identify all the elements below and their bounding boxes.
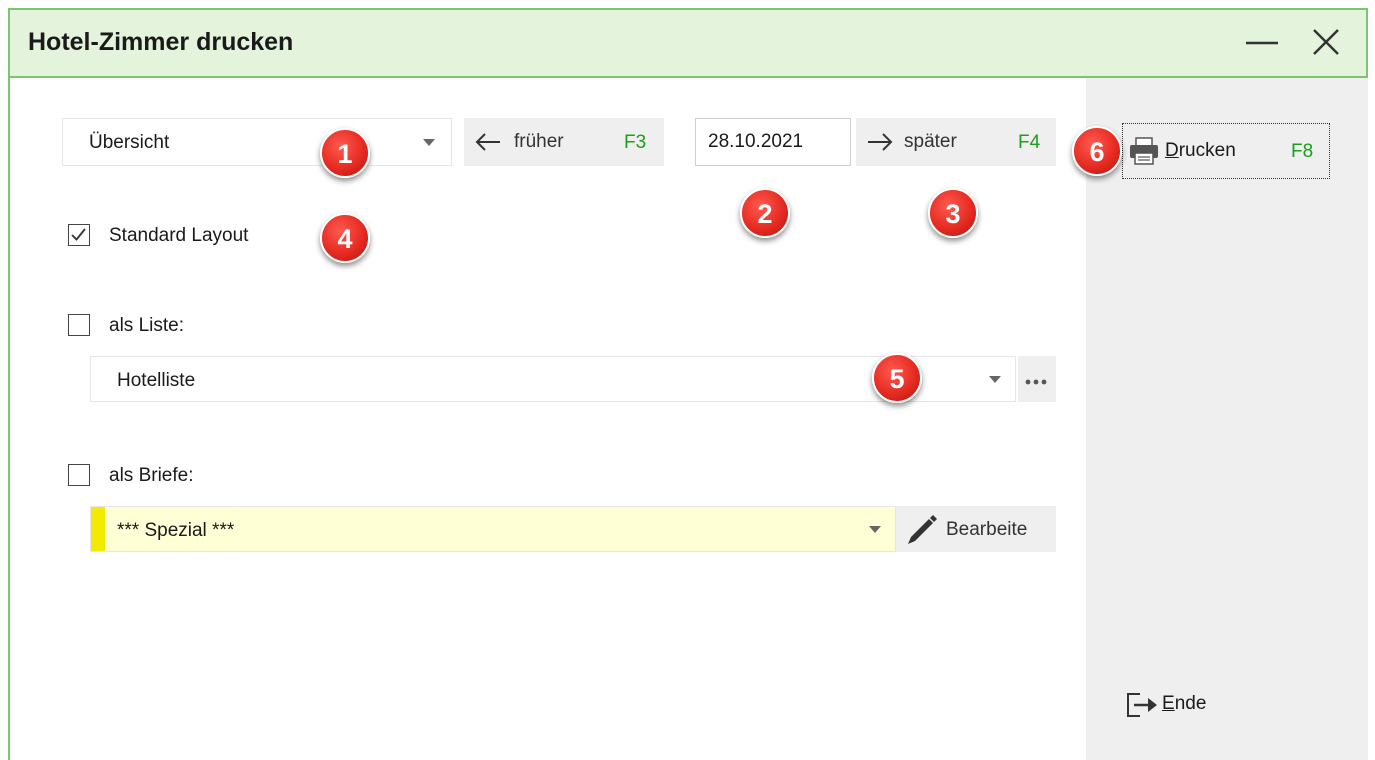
letter-select[interactable]: *** Spezial *** <box>90 506 896 552</box>
close-icon <box>1313 29 1339 55</box>
annotation-badge-2: 2 <box>740 188 790 238</box>
chevron-down-icon <box>869 526 881 533</box>
annotation-badge-1: 1 <box>320 128 370 178</box>
pencil-icon <box>908 515 937 544</box>
later-button[interactable]: später F4 <box>856 118 1056 166</box>
later-shortcut: F4 <box>1018 132 1041 153</box>
required-marker <box>91 507 105 551</box>
view-select-value: Übersicht <box>89 132 170 153</box>
end-button[interactable]: Ende <box>1122 686 1232 722</box>
side-panel <box>1086 78 1368 760</box>
print-shortcut: F8 <box>1291 141 1314 162</box>
more-icon <box>1025 379 1047 385</box>
list-select-value: Hotelliste <box>117 370 196 391</box>
standard-layout-label: Standard Layout <box>109 225 249 246</box>
as-list-checkbox[interactable] <box>68 314 90 336</box>
earlier-shortcut: F3 <box>624 132 647 153</box>
as-letters-checkbox[interactable] <box>68 464 90 486</box>
minimize-button[interactable] <box>1242 22 1282 62</box>
print-button[interactable]: Drucken F8 <box>1122 123 1330 179</box>
view-select[interactable]: Übersicht <box>62 118 452 166</box>
as-list-label: als Liste: <box>109 315 184 336</box>
edit-letter-button[interactable]: Bearbeite <box>896 506 1056 552</box>
date-field[interactable]: 28.10.2021 <box>695 118 851 166</box>
annotation-badge-5: 5 <box>872 353 922 403</box>
minimize-icon <box>1246 41 1278 45</box>
title-bar: Hotel-Zimmer drucken <box>10 10 1366 78</box>
standard-layout-checkbox[interactable] <box>68 224 90 246</box>
printer-icon <box>1130 137 1158 165</box>
chevron-down-icon <box>423 139 435 146</box>
earlier-label: früher <box>514 131 564 152</box>
exit-icon <box>1127 693 1157 717</box>
date-value: 28.10.2021 <box>708 131 804 152</box>
later-label: später <box>904 131 957 152</box>
print-dialog: Hotel-Zimmer drucken Übersicht früher F3… <box>8 8 1368 760</box>
list-more-button[interactable] <box>1018 356 1056 402</box>
letter-select-value: *** Spezial *** <box>117 520 235 541</box>
as-letters-label: als Briefe: <box>109 465 194 486</box>
annotation-badge-6: 6 <box>1072 126 1122 176</box>
close-button[interactable] <box>1306 22 1346 62</box>
window-title: Hotel-Zimmer drucken <box>28 28 294 56</box>
chevron-down-icon <box>989 376 1001 383</box>
arrow-left-icon <box>475 133 500 151</box>
arrow-right-icon <box>868 133 893 151</box>
earlier-button[interactable]: früher F3 <box>464 118 664 166</box>
annotation-badge-3: 3 <box>928 188 978 238</box>
edit-letter-label: Bearbeite <box>946 519 1028 540</box>
end-label: Ende <box>1162 693 1207 714</box>
print-label: Drucken <box>1165 140 1236 161</box>
annotation-badge-4: 4 <box>320 213 370 263</box>
checkmark-icon <box>71 228 86 241</box>
